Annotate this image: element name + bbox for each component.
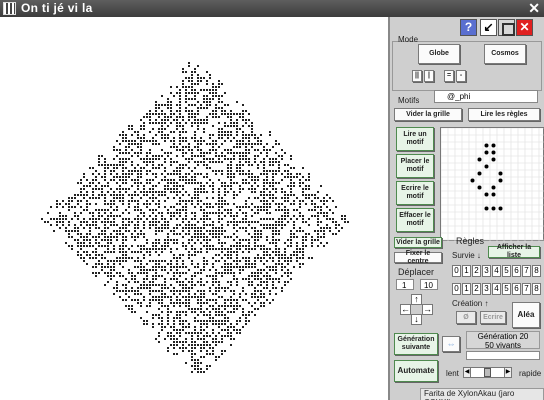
creation-label: Création ↑ [452,299,489,308]
generation-progress [466,351,540,360]
survie-digit-0[interactable]: 0 [452,265,461,277]
vivants-count: 50 vivants [484,341,522,350]
slider-thumb[interactable] [484,368,491,377]
automaton-canvas[interactable] [0,17,388,400]
mode-small-button-4[interactable]: - [456,70,466,82]
effacer-motif-button[interactable]: Effacer le motif [396,208,434,232]
regles-label: Règles [456,236,485,246]
creation-digit-6[interactable]: 6 [512,283,521,295]
survie-digit-5[interactable]: 5 [502,265,511,277]
afficher-liste-button[interactable]: Afficher la liste [488,244,540,259]
window-title: On ti jé vi la [21,1,93,15]
generation-suivante-button[interactable]: Génération suivante [394,333,438,355]
creation-digit-0[interactable]: 0 [452,283,461,295]
lire-regles-button[interactable]: Lire les règles [468,108,540,121]
window-close-icon[interactable]: ✕ [528,0,540,17]
move-up-icon[interactable]: ↑ [411,294,422,305]
deplacer-big-step-field[interactable]: 10 [420,279,438,290]
slider-right-arrow-icon[interactable]: ▶ [504,368,511,377]
mode-small-button-1[interactable]: || [412,70,422,82]
creation-digit-2[interactable]: 2 [472,283,481,295]
minimize-icon[interactable]: ↙ [480,19,497,36]
creation-digit-4[interactable]: 4 [492,283,501,295]
title-bar: On ti jé vi la ✕ [0,0,544,17]
mode-label: Mode [398,35,419,44]
move-left-icon[interactable]: ← [400,304,411,315]
mode-small-button-2[interactable]: | [424,70,434,82]
swap-icon[interactable]: ⇔ [442,336,460,352]
lire-motif-button[interactable]: Lire un motif [396,127,434,151]
fixer-centre-button[interactable]: Fixer le centre [394,250,442,265]
survie-digit-7[interactable]: 7 [522,265,531,277]
placer-motif-button[interactable]: Placer le motif [396,154,434,178]
rapide-label: rapide [519,369,542,378]
motif-name-field[interactable]: @_phi [434,90,538,103]
maximize-icon[interactable] [498,19,515,36]
generation-count: Génération 20 [477,332,529,341]
cosmos-button[interactable]: Cosmos [484,44,526,64]
ecrire-motif-button[interactable]: Ecrire le motif [396,181,434,205]
globe-button[interactable]: Globe [418,44,460,64]
survie-digit-2[interactable]: 2 [472,265,481,277]
slider-left-arrow-icon[interactable]: ◀ [464,368,471,377]
creation-digit-7[interactable]: 7 [522,283,531,295]
cell-pattern [41,62,349,373]
survie-digit-3[interactable]: 3 [482,265,491,277]
close-icon[interactable]: ✕ [516,19,533,36]
deplacer-step-field[interactable]: 1 [396,279,414,290]
control-panel: ? ↙ ✕ Mode Globe Cosmos || | = - Motifs … [388,17,544,400]
speed-slider[interactable]: ◀ ▶ [463,367,512,378]
vider-grille-button[interactable]: Vider la grille [394,108,462,121]
ecrire-button[interactable]: Ecrire [480,311,506,324]
move-right-icon[interactable]: → [422,304,433,315]
alea-button[interactable]: Aléa [512,302,540,328]
creation-digit-5[interactable]: 5 [502,283,511,295]
survie-digit-6[interactable]: 6 [512,265,521,277]
credit-text: Farita de XylonAkau (jaro CCXXI) [420,388,544,400]
vider-grille-button-2[interactable]: Vider la grille [394,237,442,248]
mode-small-button-3[interactable]: = [444,70,454,82]
survie-label: Survie ↓ [452,251,481,260]
survie-digit-8[interactable]: 8 [532,265,541,277]
lent-label: lent [446,369,459,378]
motif-editor-grid[interactable] [440,127,544,242]
automate-button[interactable]: Automate [394,360,438,382]
empty-set-button[interactable]: Ø [456,311,476,324]
motif-grid-drawing [441,128,544,242]
generation-status: Génération 20 50 vivants [466,331,540,350]
creation-digit-1[interactable]: 1 [462,283,471,295]
move-down-icon[interactable]: ↓ [411,314,422,325]
deplacer-label: Déplacer [398,267,435,277]
help-icon[interactable]: ? [460,19,477,36]
app-icon [3,2,16,15]
survie-digit-1[interactable]: 1 [462,265,471,277]
creation-digit-8[interactable]: 8 [532,283,541,295]
creation-digit-3[interactable]: 3 [482,283,491,295]
survie-digit-4[interactable]: 4 [492,265,501,277]
motifs-label: Motifs [398,96,420,105]
